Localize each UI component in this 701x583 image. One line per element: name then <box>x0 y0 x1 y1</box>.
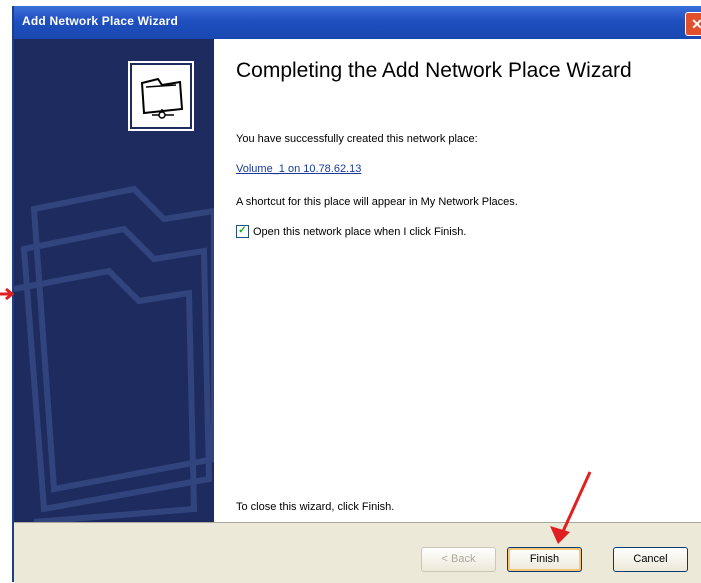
network-place-icon <box>128 61 194 131</box>
annotation-arrow-finish-icon <box>550 471 592 544</box>
wizard-content: Completing the Add Network Place Wizard … <box>214 39 701 522</box>
wizard-side-panel <box>14 39 214 522</box>
open-place-checkbox[interactable]: ✓ <box>236 225 249 238</box>
network-place-link[interactable]: Volume_1 on 10.78.62.13 <box>236 163 361 175</box>
close-button[interactable]: ✕ <box>685 12 701 36</box>
close-hint: To close this wizard, click Finish. <box>236 501 395 513</box>
annotation-arrow-left-icon <box>0 287 15 301</box>
success-message: You have successfully created this netwo… <box>236 133 478 145</box>
window-title: Add Network Place Wizard <box>22 14 179 28</box>
open-place-checkbox-label[interactable]: Open this network place when I click Fin… <box>253 226 466 238</box>
title-bar[interactable]: Add Network Place Wizard ✕ <box>14 6 701 39</box>
open-place-checkbox-row[interactable]: ✓ Open this network place when I click F… <box>236 225 466 238</box>
page-title: Completing the Add Network Place Wizard <box>236 59 632 82</box>
back-button[interactable]: < Back <box>421 547 496 572</box>
cancel-button[interactable]: Cancel <box>613 547 688 572</box>
finish-button[interactable]: Finish <box>507 547 582 572</box>
shortcut-message: A shortcut for this place will appear in… <box>236 196 518 208</box>
